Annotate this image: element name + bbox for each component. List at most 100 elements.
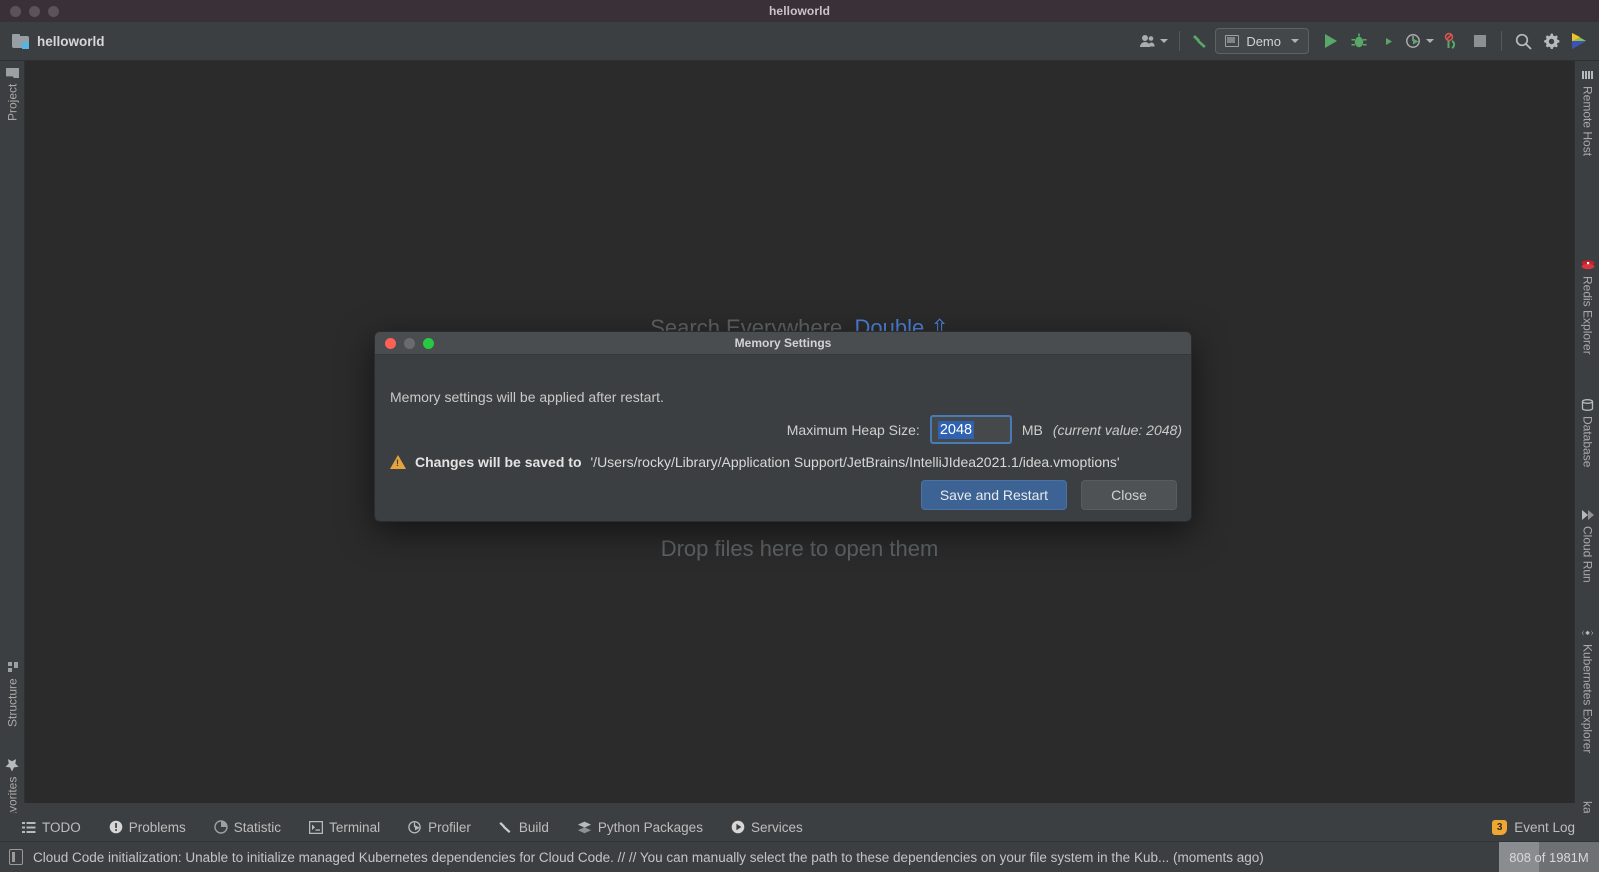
- warning-path-text: '/Users/rocky/Library/Application Suppor…: [590, 454, 1120, 470]
- right-tool-strip: Remote Host Redis Explorer Database Clou…: [1574, 61, 1599, 842]
- folder-icon: [12, 34, 29, 49]
- status-bar: Cloud Code initialization: Unable to ini…: [0, 841, 1599, 872]
- sidebar-item-project[interactable]: Project: [0, 67, 25, 139]
- debug-button[interactable]: [1345, 27, 1373, 55]
- run-with-coverage-button[interactable]: [1373, 27, 1401, 55]
- build-button[interactable]: [1187, 27, 1215, 55]
- database-icon: [1581, 399, 1594, 411]
- redis-icon: [1581, 260, 1594, 270]
- run-configuration-selector[interactable]: Demo: [1215, 28, 1309, 54]
- dialog-title: Memory Settings: [734, 336, 832, 350]
- user-accounts-icon: [1140, 35, 1156, 47]
- sidebar-item-redis-explorer[interactable]: Redis Explorer: [1575, 259, 1599, 389]
- save-and-restart-button[interactable]: Save and Restart: [920, 480, 1067, 510]
- structure-icon: [8, 662, 18, 672]
- chevron-down-icon: [1426, 39, 1434, 43]
- cloud-run-icon: [1581, 510, 1594, 520]
- event-log-button[interactable]: 3 Event Log: [1492, 819, 1591, 835]
- stop-icon: [1474, 35, 1486, 47]
- tool-tab-profiler[interactable]: Profiler: [394, 813, 485, 841]
- dialog-traffic-lights[interactable]: [385, 332, 434, 355]
- tool-tab-label: Statistic: [233, 819, 282, 835]
- close-button[interactable]: Close: [1081, 480, 1177, 510]
- status-message[interactable]: Cloud Code initialization: Unable to ini…: [33, 850, 1264, 865]
- right-tab-label: Database: [1580, 416, 1595, 468]
- window-traffic-lights[interactable]: [10, 0, 59, 22]
- tool-tab-terminal[interactable]: Terminal: [295, 813, 394, 841]
- watermark-drop-files: Drop files here to open them: [660, 536, 939, 561]
- memory-indicator[interactable]: 808 of 1981M: [1499, 841, 1599, 872]
- dialog-minimize-icon: [404, 338, 415, 349]
- attach-to-process-icon: [1444, 32, 1456, 49]
- project-widget[interactable]: helloworld: [12, 34, 105, 49]
- sidebar-item-cloud-run[interactable]: Cloud Run: [1575, 509, 1599, 609]
- project-name: helloworld: [37, 33, 105, 49]
- event-log-label: Event Log: [1514, 819, 1575, 835]
- memory-label: 808 of 1981M: [1509, 849, 1589, 865]
- tool-tab-label: Services: [750, 819, 803, 835]
- profile-button[interactable]: [1401, 27, 1438, 55]
- maximize-window-icon[interactable]: [48, 5, 59, 17]
- jetbrains-toolbox-icon: [1572, 33, 1586, 49]
- dialog-note: Memory settings will be applied after re…: [390, 389, 664, 405]
- user-accounts-button[interactable]: [1135, 27, 1172, 55]
- right-tab-label: Remote Host: [1580, 86, 1595, 157]
- run-button[interactable]: [1317, 27, 1345, 55]
- notification-icon[interactable]: [9, 849, 23, 865]
- tool-tab-label: Build: [518, 819, 549, 835]
- heap-size-unit: MB: [1021, 421, 1043, 438]
- tool-tab-problems[interactable]: Problems: [95, 813, 200, 841]
- run-with-coverage-icon: [1380, 34, 1392, 48]
- tool-tab-build[interactable]: Build: [485, 813, 563, 841]
- left-tab-label: Project: [5, 84, 20, 122]
- ide-window: helloworld helloworld Demo Project Struc…: [0, 0, 1599, 872]
- gear-icon: [1543, 33, 1559, 49]
- search-icon: [1515, 33, 1532, 50]
- sidebar-item-database[interactable]: Database: [1575, 399, 1599, 499]
- tool-tab-services[interactable]: Services: [717, 813, 817, 841]
- toolbar-divider: [1179, 31, 1181, 51]
- window-title: helloworld: [769, 4, 830, 18]
- tool-tab-todo[interactable]: TODO: [8, 813, 95, 841]
- settings-button[interactable]: [1537, 27, 1565, 55]
- run-configuration-label: Demo: [1246, 33, 1281, 49]
- dialog-maximize-icon[interactable]: [423, 338, 434, 349]
- tool-tab-label: Terminal: [329, 819, 381, 835]
- heap-size-current: (current value: 2048): [1052, 421, 1182, 438]
- hammer-build-icon: [499, 822, 511, 833]
- tool-tab-label: TODO: [42, 819, 81, 835]
- attach-to-process-button[interactable]: [1438, 27, 1466, 55]
- toolbar-divider: [1501, 31, 1502, 51]
- left-tool-strip: Project Structure Favorites: [0, 61, 25, 826]
- heap-size-value: 2048: [937, 420, 975, 439]
- heap-size-row: Maximum Heap Size: 2048 MB (current valu…: [787, 415, 1182, 444]
- close-window-icon[interactable]: [10, 5, 21, 17]
- sidebar-item-structure[interactable]: Structure: [0, 661, 25, 747]
- right-tab-label: Redis Explorer: [1580, 276, 1595, 355]
- main-toolbar: helloworld Demo: [0, 22, 1599, 61]
- left-tab-label: Structure: [5, 678, 20, 727]
- chevron-down-icon: [1160, 39, 1169, 43]
- warning-row: Changes will be saved to '/Users/rocky/L…: [390, 454, 1181, 470]
- tool-tab-python-packages[interactable]: Python Packages: [563, 813, 717, 841]
- debug-icon: [1351, 33, 1367, 48]
- dialog-close-icon[interactable]: [385, 338, 396, 349]
- minimize-window-icon[interactable]: [29, 5, 40, 17]
- tool-tab-statistic[interactable]: Statistic: [200, 813, 295, 841]
- hammer-build-icon: [1193, 35, 1207, 48]
- right-tab-label: Cloud Run: [1580, 526, 1595, 583]
- profiler-icon: [1406, 34, 1420, 48]
- remote-host-icon: [1582, 71, 1593, 79]
- search-button[interactable]: [1509, 27, 1537, 55]
- sidebar-item-remote-host[interactable]: Remote Host: [1575, 69, 1599, 179]
- kubernetes-icon: [1582, 630, 1593, 636]
- profiler-icon: [408, 820, 421, 834]
- services-icon: [731, 820, 745, 834]
- window-titlebar: helloworld: [0, 0, 1599, 22]
- bottom-tool-window-bar: TODO Problems Statistic Terminal Profile…: [0, 813, 1599, 841]
- stop-button[interactable]: [1466, 27, 1494, 55]
- sidebar-item-kubernetes-explorer[interactable]: Kubernetes Explorer: [1575, 627, 1599, 787]
- jetbrains-toolbox-button[interactable]: [1565, 27, 1593, 55]
- heap-size-input[interactable]: 2048: [929, 415, 1012, 444]
- chevron-down-icon: [1291, 39, 1299, 43]
